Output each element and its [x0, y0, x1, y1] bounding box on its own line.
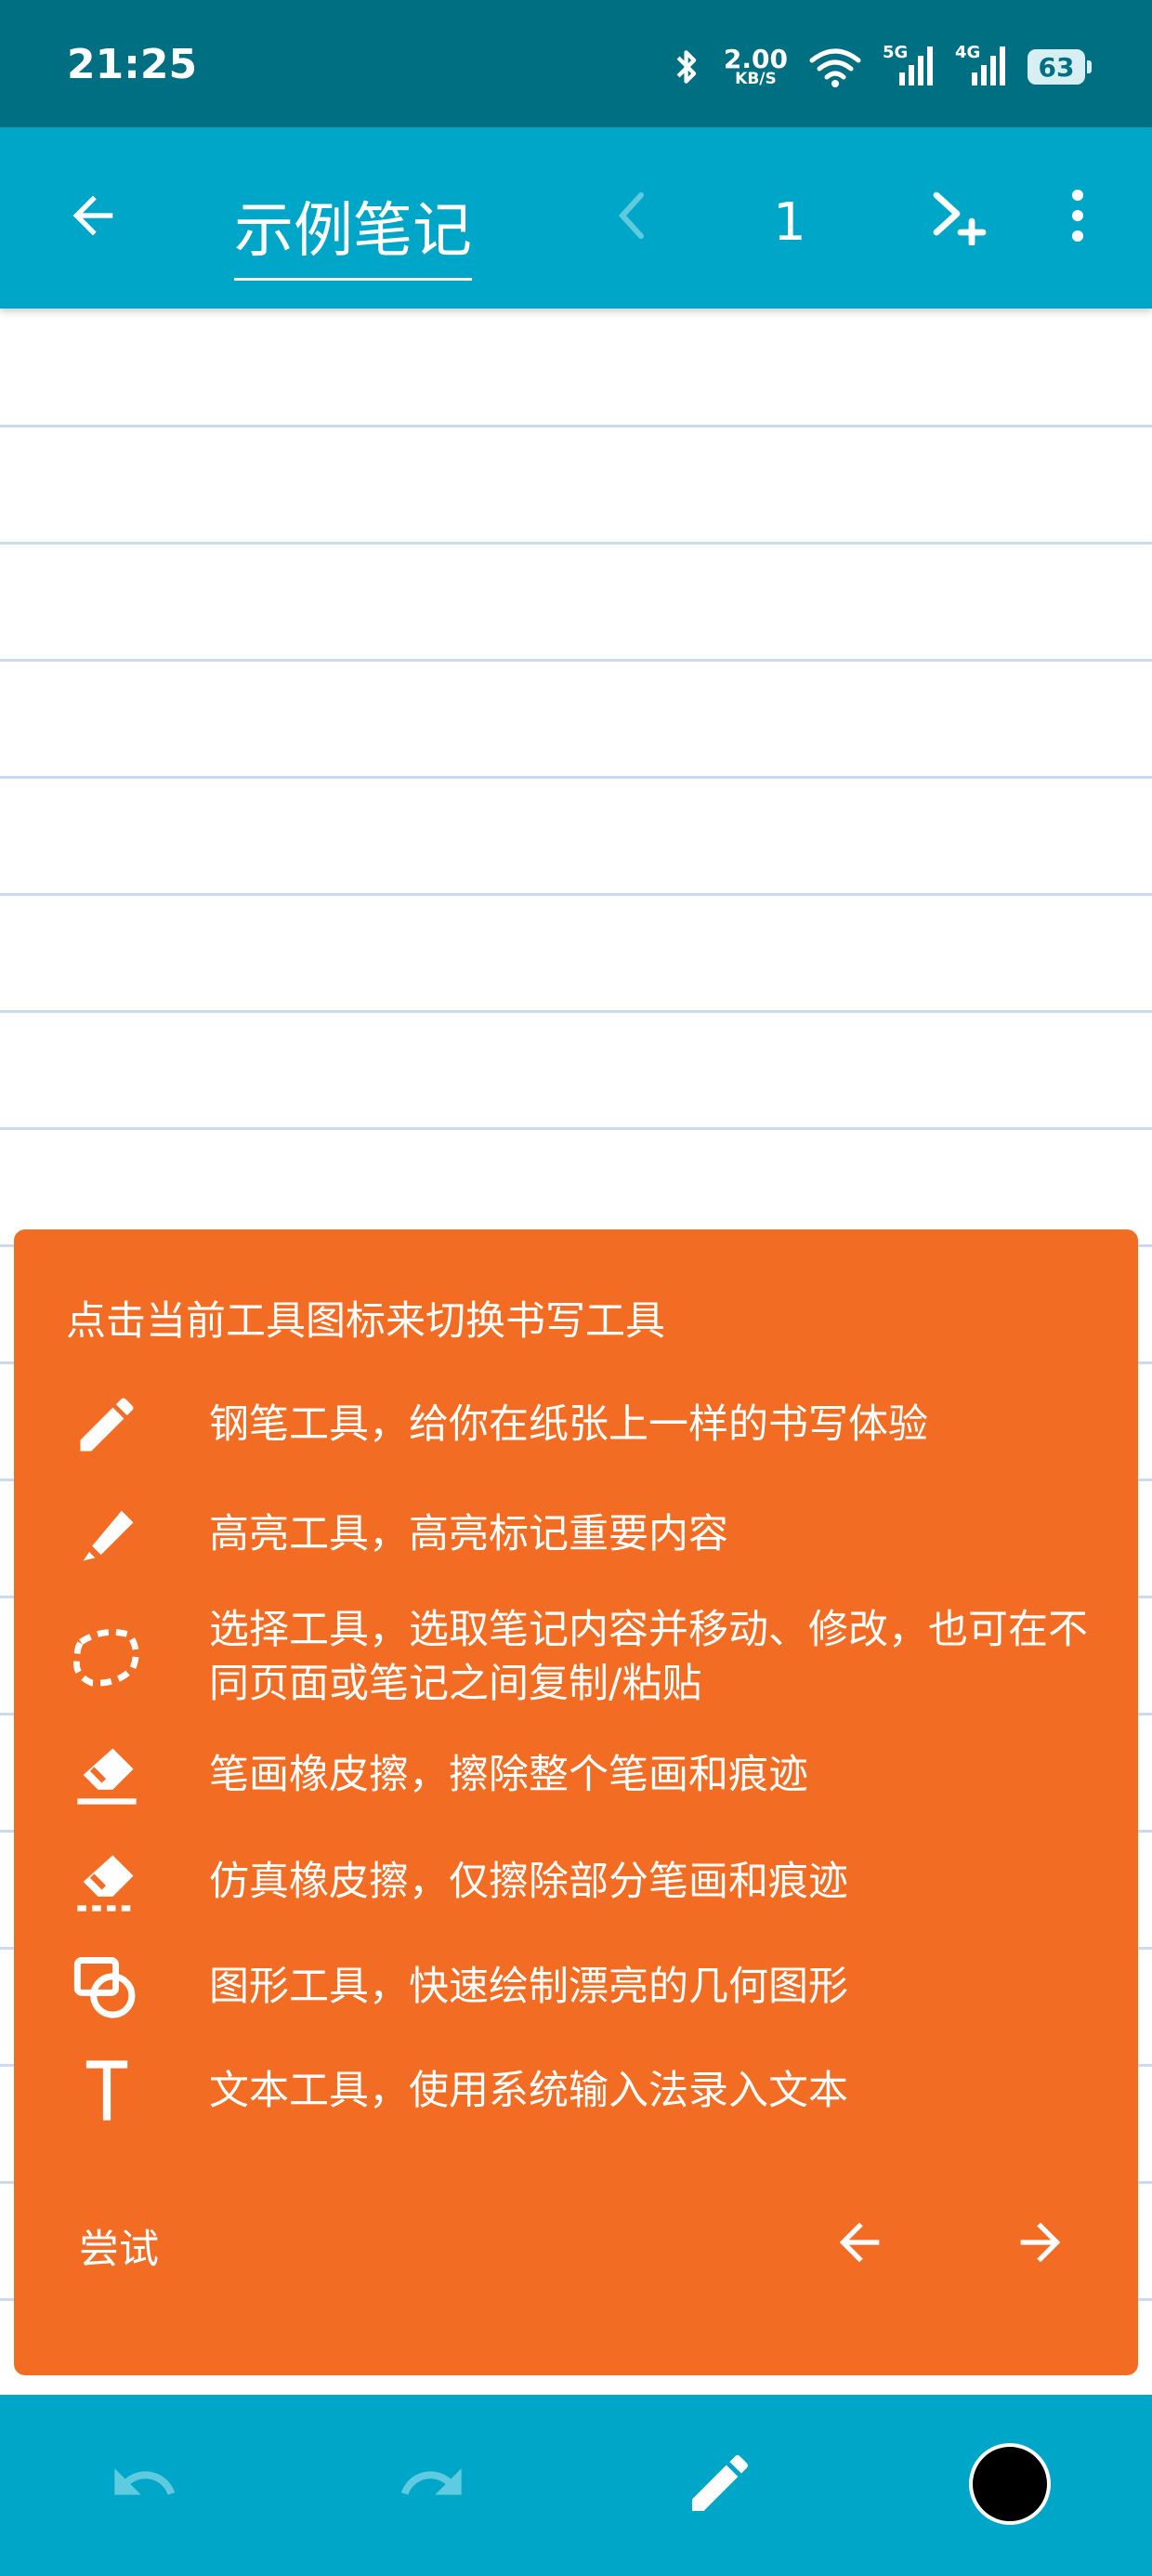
highlighter-icon	[65, 1492, 149, 1576]
net-speed: 2.00 KB/S	[723, 44, 788, 88]
status-bar: 21:25 2.00 KB/S 5G 4G 63	[0, 0, 1152, 127]
tutorial-item-stroke-eraser: 笔画橡皮擦，擦除整个笔画和痕迹	[65, 1733, 1087, 1817]
app-bar: 示例笔记 1	[0, 127, 1152, 309]
tutorial-item-pen: 钢笔工具，给你在纸张上一样的书写体验	[65, 1383, 1087, 1466]
tutorial-panel: 点击当前工具图标来切换书写工具 钢笔工具，给你在纸张上一样的书写体验 高亮工具，…	[14, 1229, 1138, 2375]
status-icons: 2.00 KB/S 5G 4G 63	[672, 41, 1092, 93]
ruled-line	[0, 425, 1152, 427]
ruled-line	[0, 776, 1152, 779]
status-time: 21:25	[67, 41, 198, 88]
try-button[interactable]: 尝试	[79, 2217, 159, 2275]
more-vert-icon	[1072, 190, 1083, 242]
redo-button[interactable]	[386, 2437, 478, 2530]
pen-tool-icon	[692, 2454, 748, 2511]
more-options-button[interactable]	[1045, 174, 1110, 257]
back-arrow-icon	[72, 195, 113, 236]
tutorial-next-button[interactable]	[994, 2201, 1087, 2284]
pen-tool-button[interactable]	[674, 2437, 766, 2530]
note-title[interactable]: 示例笔记	[234, 183, 472, 281]
shape-tool-icon	[65, 1945, 149, 2029]
ruled-line	[0, 659, 1152, 662]
battery-icon: 63	[1028, 49, 1092, 85]
next-page-add-icon	[933, 191, 987, 245]
wifi-icon	[809, 48, 861, 87]
redo-icon	[400, 2468, 462, 2495]
ruled-line	[0, 542, 1152, 545]
ruled-line	[0, 1127, 1152, 1130]
text-tool-icon	[65, 2049, 149, 2133]
tutorial-item-pixel-eraser: 仿真橡皮擦，仅擦除部分笔画和痕迹	[65, 1840, 1087, 1924]
bottom-toolbar	[0, 2395, 1152, 2576]
stroke-eraser-icon	[65, 1733, 149, 1817]
page-number: 1	[773, 192, 806, 253]
signal-4g-icon: 4G	[955, 43, 1007, 89]
bluetooth-icon	[676, 50, 697, 84]
pen-icon	[65, 1383, 149, 1466]
signal-5g-icon: 5G	[883, 43, 935, 89]
tutorial-item-text: 文本工具，使用系统输入法录入文本	[65, 2049, 1087, 2133]
next-page-add-button[interactable]	[915, 174, 999, 257]
arrow-right-icon	[1020, 2222, 1061, 2263]
back-button[interactable]	[51, 174, 135, 257]
undo-button[interactable]	[98, 2437, 190, 2530]
prev-page-icon	[618, 192, 644, 239]
color-swatch[interactable]	[969, 2443, 1051, 2525]
tutorial-heading: 点击当前工具图标来切换书写工具	[66, 1298, 665, 1345]
tutorial-item-highlighter: 高亮工具，高亮标记重要内容	[65, 1492, 1087, 1576]
arrow-left-icon	[839, 2222, 880, 2263]
undo-icon	[114, 2468, 176, 2495]
ruled-line	[0, 1010, 1152, 1013]
ruled-line	[0, 893, 1152, 896]
pixel-eraser-icon	[65, 1840, 149, 1924]
tutorial-prev-button[interactable]	[813, 2201, 906, 2284]
lasso-select-icon	[65, 1615, 149, 1699]
prev-page-button[interactable]	[595, 178, 669, 253]
tutorial-item-select: 选择工具，选取笔记内容并移动、修改，也可在不同页面或笔记之间复制/粘贴	[65, 1601, 1088, 1713]
tutorial-item-shape: 图形工具，快速绘制漂亮的几何图形	[65, 1945, 1087, 2029]
